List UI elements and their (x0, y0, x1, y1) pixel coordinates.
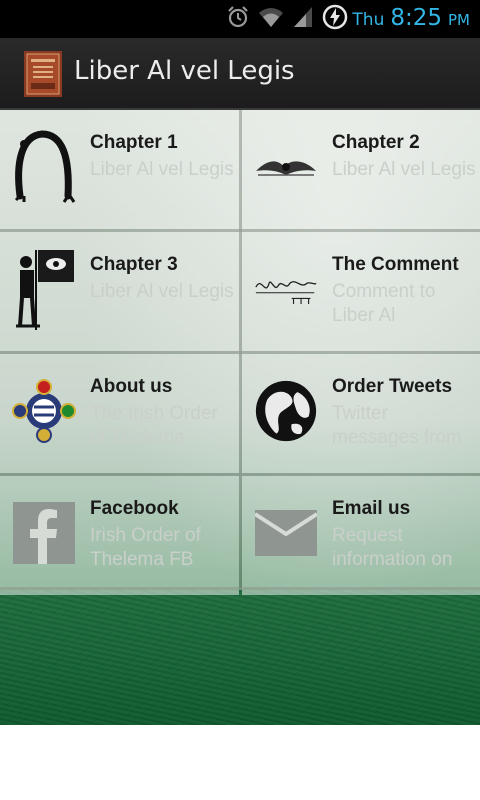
grid-divider-horizontal (0, 351, 480, 354)
tile-chapter-1[interactable]: Chapter 1 Liber Al vel Legis (0, 110, 239, 229)
tile-title: The Comment (332, 254, 459, 275)
tile-chapter-3[interactable]: Chapter 3 Liber Al vel Legis (0, 232, 239, 351)
tile-the-comment[interactable]: The Comment Comment to Liber Al (242, 232, 480, 351)
envelope-icon (254, 492, 318, 574)
globe-emblem-icon (254, 370, 318, 452)
grid-divider-horizontal (0, 587, 480, 590)
tile-subtitle: Comment to Liber Al (332, 281, 436, 326)
tile-order-tweets[interactable]: Order Tweets Twitter messages from (242, 354, 480, 473)
grid-divider-horizontal (0, 229, 480, 232)
tile-title: Chapter 3 (90, 254, 178, 275)
facebook-icon (12, 492, 76, 574)
main-content: Chapter 1 Liber Al vel Legis Chapter 2 L… (0, 110, 480, 725)
tile-email-us[interactable]: Email us Request information on (242, 476, 480, 595)
tile-facebook[interactable]: Facebook Irish Order of Thelema FB (0, 476, 239, 595)
tile-subtitle: Irish Order of Thelema FB (90, 525, 201, 570)
status-icons (226, 4, 348, 34)
tile-chapter-2[interactable]: Chapter 2 Liber Al vel Legis (242, 110, 480, 229)
tile-subtitle: Liber Al vel Legis (332, 159, 476, 180)
nuit-figure-icon (12, 126, 76, 208)
tile-title: Order Tweets (332, 376, 453, 397)
tile-title: Chapter 2 (332, 132, 420, 153)
clock: Thu 8:25 PM (352, 5, 470, 35)
handwritten-signature-icon (254, 248, 318, 330)
clock-ampm: PM (448, 11, 470, 29)
order-crest-icon (12, 370, 76, 452)
action-bar: Liber Al vel Legis (0, 38, 480, 110)
grid-divider-vertical (239, 110, 242, 590)
tile-subtitle: Request information on (332, 525, 453, 570)
signal-icon (292, 5, 314, 33)
tile-title: Email us (332, 498, 411, 519)
tile-about-us[interactable]: About us The Irish Order of Thelema (0, 354, 239, 473)
app-title: Liber Al vel Legis (74, 56, 295, 86)
tile-subtitle: Liber Al vel Legis (90, 159, 234, 180)
winged-disk-icon (254, 126, 318, 208)
wifi-icon (258, 5, 284, 33)
bottom-blank-area (0, 725, 480, 800)
tile-subtitle: Liber Al vel Legis (90, 281, 234, 302)
status-bar: Thu 8:25 PM (0, 0, 480, 38)
tile-title: Chapter 1 (90, 132, 178, 153)
ra-hoor-khuit-icon (12, 248, 76, 330)
menu-grid: Chapter 1 Liber Al vel Legis Chapter 2 L… (0, 110, 480, 595)
clock-time: 8:25 (390, 5, 442, 31)
tile-title: Facebook (90, 498, 179, 519)
tile-subtitle: The Irish Order of Thelema (90, 403, 218, 448)
alarm-icon (226, 5, 250, 33)
background-texture (0, 590, 480, 725)
battery-charging-icon (322, 4, 348, 34)
book-cover-icon[interactable] (24, 51, 62, 97)
grid-divider-horizontal (0, 473, 480, 476)
tile-title: About us (90, 376, 173, 397)
tile-subtitle: Twitter messages from (332, 403, 462, 448)
clock-day: Thu (352, 10, 385, 30)
